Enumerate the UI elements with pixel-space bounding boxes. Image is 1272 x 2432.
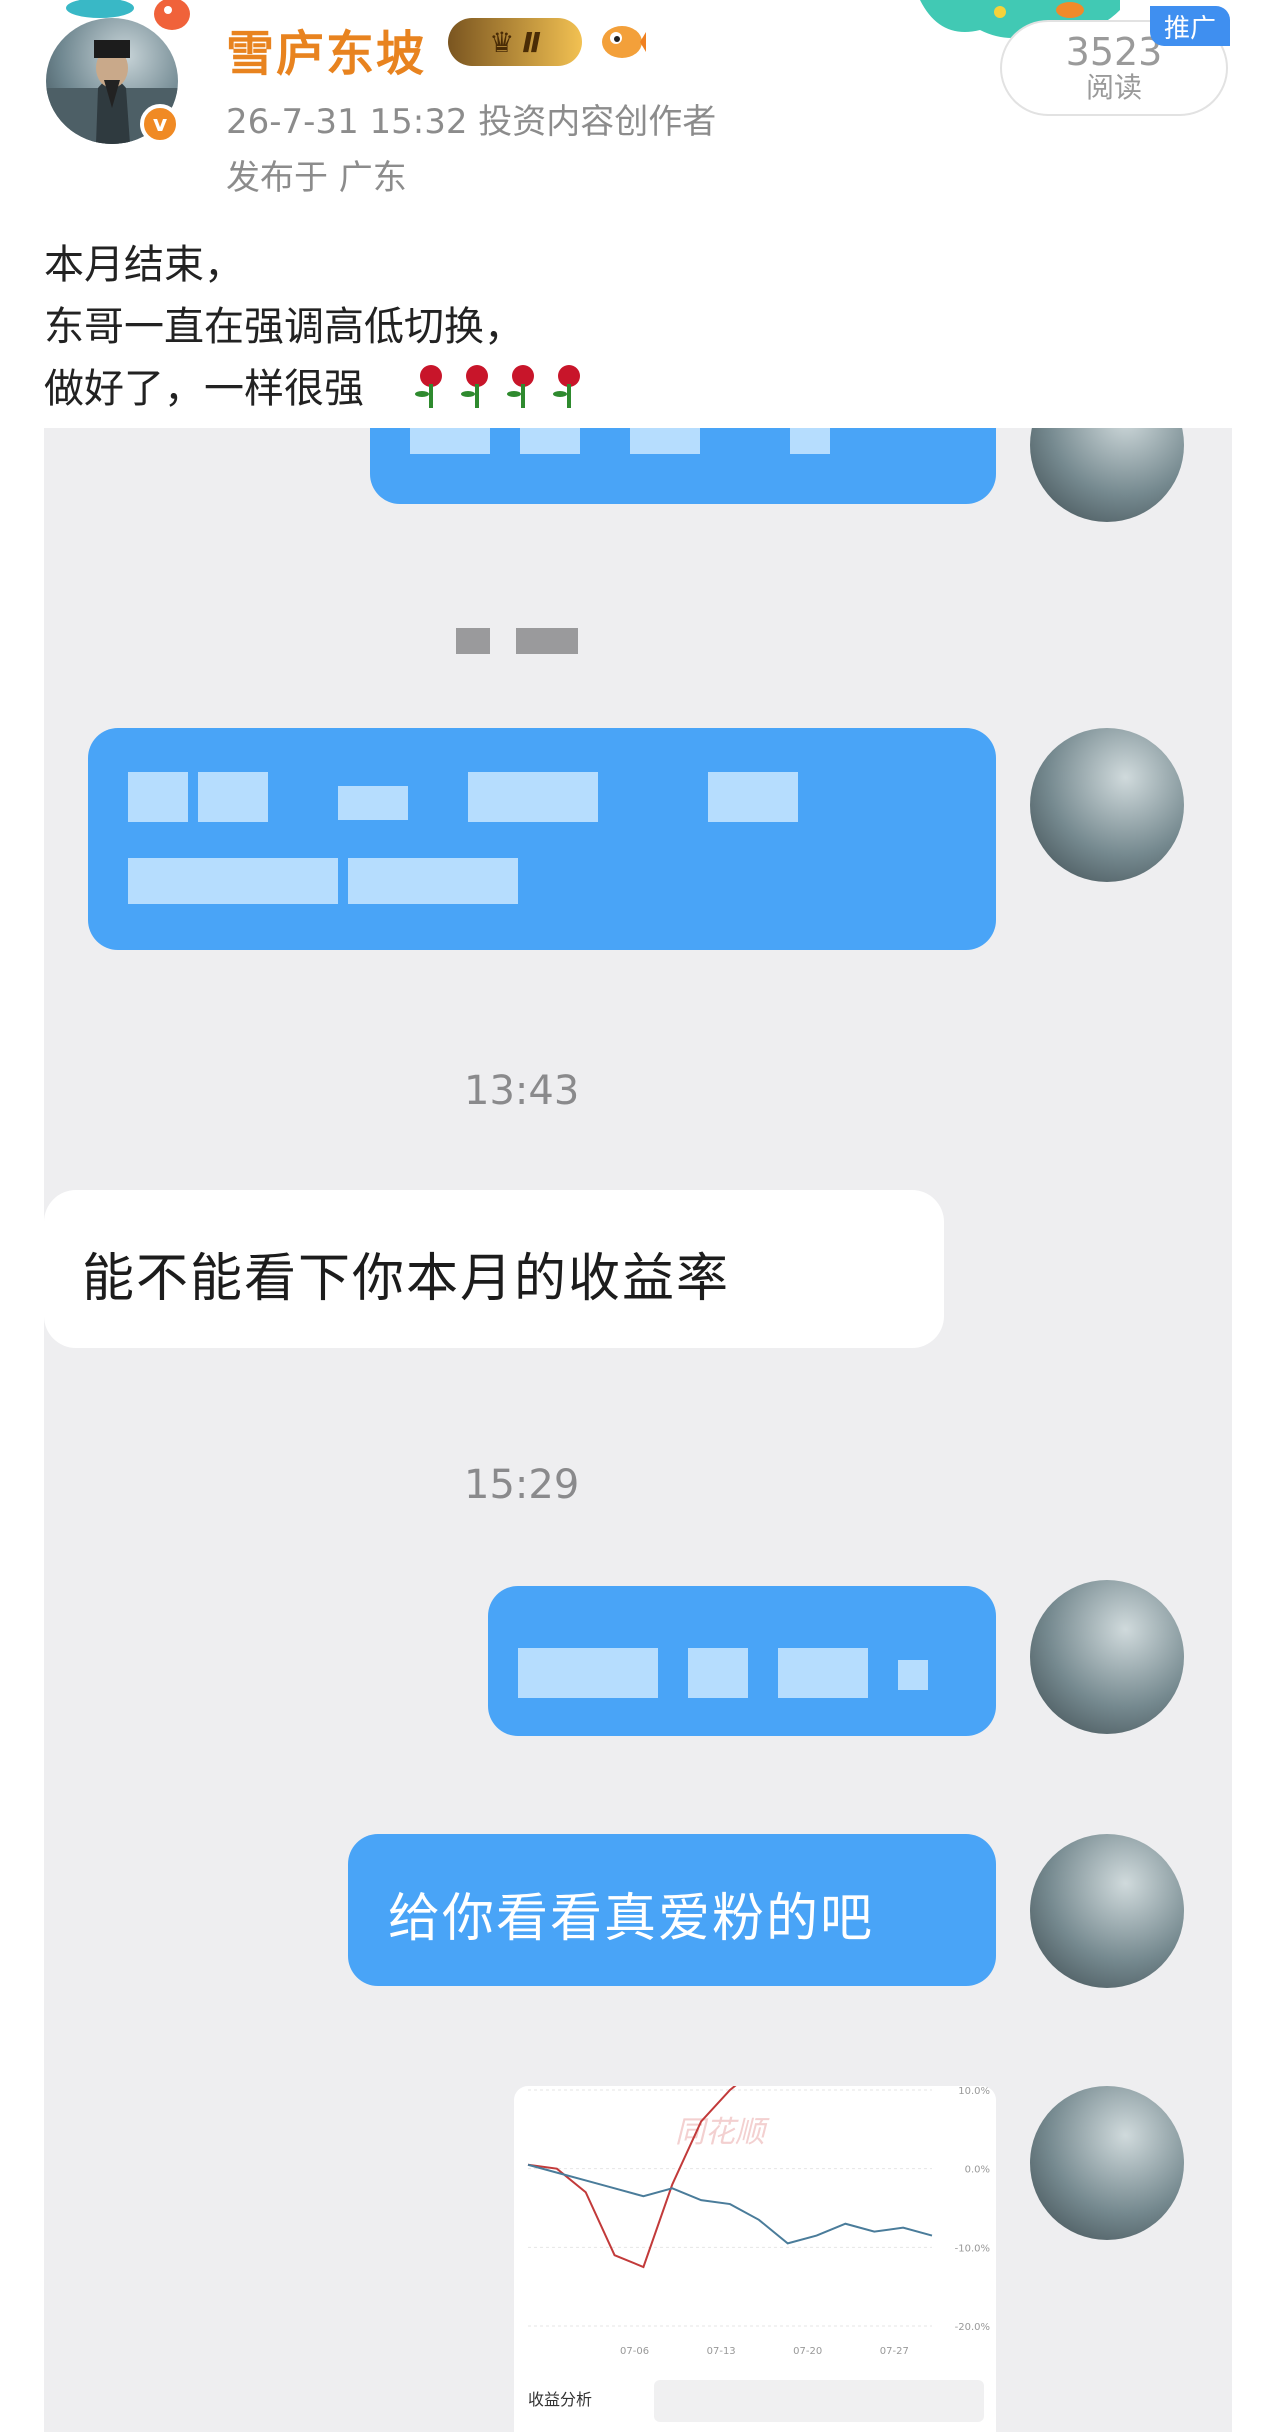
chart-y-tick-label: 10.0%: [958, 2086, 990, 2097]
verified-badge-icon: v: [140, 104, 180, 144]
chart-series-line-2: [527, 2163, 933, 2245]
chat-avatar[interactable]: [1030, 1834, 1184, 1988]
chat-message-text: 能不能看下你本月的收益率: [82, 1249, 731, 1309]
chart-y-tick-label: -20.0%: [955, 2322, 990, 2333]
blurred-label: [456, 628, 490, 654]
rose-icon: [507, 365, 534, 408]
post-text-line-2: 东哥一直在强调高低切换，: [44, 304, 524, 350]
chart-y-tick-label: -10.0%: [955, 2243, 990, 2254]
chart-x-tick-label: 07-27: [880, 2346, 909, 2357]
rose-icon: [461, 365, 488, 408]
level-crown-badge[interactable]: ♛ Ⅱ: [448, 18, 582, 66]
chat-avatar[interactable]: [1030, 1580, 1184, 1734]
promo-badge[interactable]: 推广: [1150, 6, 1230, 46]
chart-card-title: 收益分析: [528, 2390, 593, 2409]
chart-series-line-1: [527, 2086, 737, 2269]
chart-card[interactable]: 同花顺 10.0% 0.0% -10.0% -20.0% 07-06 07-13 07-2…: [514, 2086, 996, 2432]
post-text-line-1: 本月结束，: [44, 242, 244, 288]
chat-bubble-incoming: 能不能看下你本月的收益率: [44, 1190, 944, 1348]
chat-avatar[interactable]: [1030, 2086, 1184, 2240]
rose-emoji-row: [410, 362, 590, 412]
blurred-label: [516, 628, 578, 654]
chat-message-text: 给你看看真爱粉的吧: [388, 1889, 875, 1949]
blurred-content: [654, 2380, 984, 2422]
chart-x-tick-label: 07-13: [707, 2346, 736, 2357]
chart-y-tick-label: 0.0%: [965, 2165, 990, 2176]
chat-timestamp: 13:43: [464, 1068, 580, 1114]
read-label: 阅读: [1085, 71, 1142, 104]
rose-icon: [553, 365, 580, 408]
level-badge-label: Ⅱ: [522, 25, 541, 59]
author-name[interactable]: 雪庐东坡: [226, 14, 426, 84]
chat-avatar[interactable]: [1030, 428, 1184, 522]
crown-icon: ♛: [489, 25, 515, 59]
chart-x-tick-label: 07-20: [793, 2346, 822, 2357]
profit-line-chart: 同花顺 10.0% 0.0% -10.0% -20.0% 07-06 07-13 07-2…: [527, 2086, 990, 2357]
chat-avatar[interactable]: [1030, 728, 1184, 882]
chat-bubble-blurred: [488, 1586, 996, 1736]
rose-icon: [415, 365, 442, 408]
post-location: 发布于 广东: [226, 158, 407, 198]
fish-icon[interactable]: [596, 18, 646, 62]
chart-x-tick-label: 07-06: [620, 2346, 649, 2357]
chat-timestamp: 15:29: [464, 1462, 580, 1508]
chat-bubble-outgoing: 给你看看真爱粉的吧: [348, 1834, 996, 1986]
chat-bubble-blurred: [88, 728, 996, 950]
post-meta: 26-7-31 15:32 投资内容创作者: [226, 102, 717, 142]
chat-screenshot-image[interactable]: 13:43 能不能看下你本月的收益率 15:29 给你看看真爱粉的吧 同花顺 1…: [44, 428, 1232, 2432]
post-text-line-3: 做好了，一样很强: [44, 366, 364, 412]
chat-bubble-blurred-top: [370, 428, 996, 504]
chart-watermark: 同花顺: [675, 2115, 770, 2150]
